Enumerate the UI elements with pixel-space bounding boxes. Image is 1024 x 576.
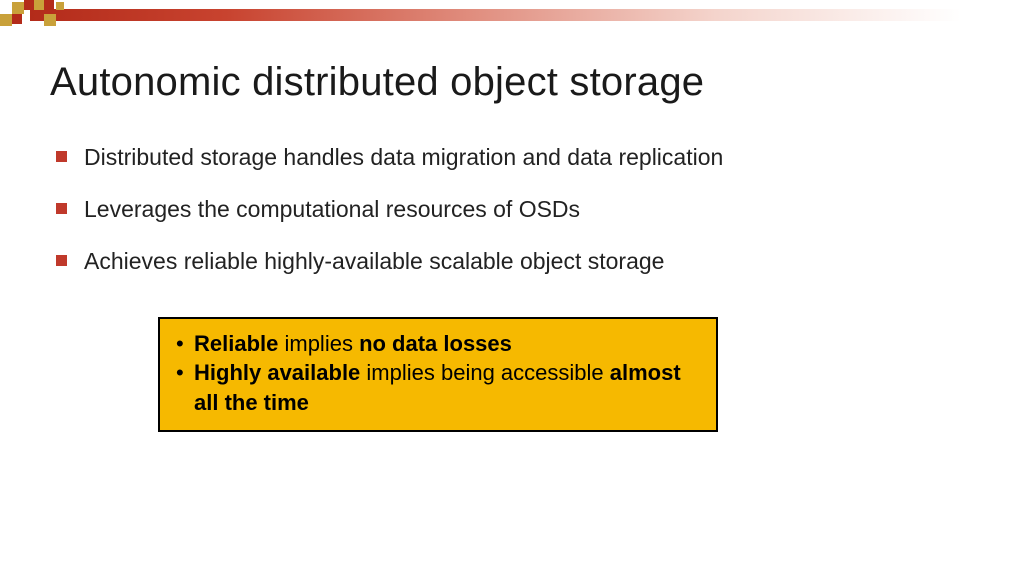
callout-bold: Highly available: [194, 360, 360, 385]
gradient-bar: [30, 9, 1010, 21]
callout-bold: Reliable: [194, 331, 278, 356]
bullet-item: Achieves reliable highly-available scala…: [56, 247, 970, 277]
callout-bold: no data losses: [359, 331, 512, 356]
highlight-box: Reliable implies no data losses Highly a…: [158, 317, 718, 432]
header-decoration: [0, 0, 1024, 28]
callout-text: implies being accessible: [360, 360, 609, 385]
callout-item: Reliable implies no data losses: [174, 329, 702, 359]
bullet-item: Distributed storage handles data migrati…: [56, 143, 970, 173]
slide-content: Autonomic distributed object storage Dis…: [50, 60, 970, 432]
bullet-item: Leverages the computational resources of…: [56, 195, 970, 225]
main-bullet-list: Distributed storage handles data migrati…: [56, 143, 970, 277]
callout-item: Highly available implies being accessibl…: [174, 358, 702, 417]
slide-title: Autonomic distributed object storage: [50, 60, 970, 105]
callout-list: Reliable implies no data losses Highly a…: [174, 329, 702, 418]
callout-text: implies: [278, 331, 359, 356]
